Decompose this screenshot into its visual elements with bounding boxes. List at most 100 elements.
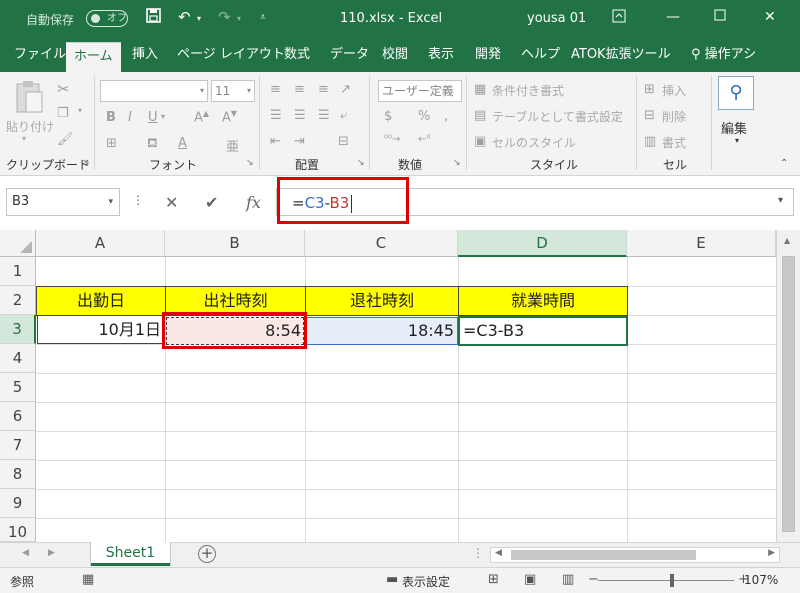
display-settings-icon[interactable]: ▬: [386, 572, 398, 587]
column-header-e[interactable]: E: [627, 230, 776, 257]
row-header-10[interactable]: 10: [0, 518, 36, 542]
plus-circle-icon[interactable]: +: [198, 545, 216, 563]
format-painter-icon[interactable]: 🖌: [57, 132, 74, 147]
tab-formulas[interactable]: 数式: [276, 38, 318, 72]
row-header-4[interactable]: 4: [0, 344, 36, 373]
tab-atok[interactable]: ATOK拡張ツール: [563, 38, 679, 72]
tab-data[interactable]: データ: [322, 38, 377, 72]
number-format-box[interactable]: ユーザー定義: [378, 80, 462, 102]
column-header-a[interactable]: A: [36, 230, 165, 257]
tab-insert[interactable]: 挿入: [124, 38, 166, 72]
border-icon[interactable]: ⊞: [106, 136, 117, 151]
phonetic-icon[interactable]: 亜: [226, 136, 239, 155]
enter-icon[interactable]: ✔: [205, 193, 218, 212]
cell-a3[interactable]: 10月1日: [37, 316, 164, 344]
editing-label[interactable]: 編集: [721, 118, 747, 137]
decrease-decimal-icon[interactable]: ←⁰: [418, 134, 430, 145]
row-header-9[interactable]: 9: [0, 489, 36, 518]
save-icon[interactable]: [146, 8, 161, 27]
cell-c2[interactable]: 退社時刻: [305, 286, 459, 316]
tab-review[interactable]: 校閲: [374, 38, 416, 72]
collapse-ribbon-icon[interactable]: ⌃: [780, 158, 788, 169]
tab-help[interactable]: ヘルプ: [513, 38, 568, 72]
column-header-d[interactable]: D: [458, 230, 627, 257]
minimize-icon[interactable]: —: [666, 9, 680, 25]
copy-icon[interactable]: ❐: [57, 106, 69, 121]
font-color-icon[interactable]: A: [178, 136, 187, 151]
comma-style-icon[interactable]: ,: [444, 109, 448, 124]
number-launcher-icon[interactable]: ↘: [453, 158, 461, 168]
select-all-button[interactable]: [0, 230, 36, 257]
cut-icon[interactable]: ✂: [57, 80, 70, 98]
user-name[interactable]: yousa 01: [527, 11, 586, 26]
row-header-3[interactable]: 3: [0, 315, 36, 344]
search-icon[interactable]: ⚲: [718, 76, 754, 110]
column-header-c[interactable]: C: [305, 230, 458, 257]
undo-icon[interactable]: ↶: [178, 8, 191, 26]
font-name-box[interactable]: ▾: [100, 80, 208, 102]
wrap-text-icon[interactable]: ⤶: [340, 108, 347, 123]
ribbon-display-icon[interactable]: [612, 9, 626, 27]
page-break-view-icon[interactable]: ▥: [562, 572, 574, 587]
fill-color-icon[interactable]: ⛾: [147, 136, 158, 153]
tab-file[interactable]: ファイル: [6, 38, 74, 72]
zoom-percent[interactable]: 107%: [744, 573, 778, 587]
horizontal-scrollbar[interactable]: ◀ ▶: [490, 547, 780, 563]
sheet-tab-sheet1[interactable]: Sheet1: [91, 542, 170, 566]
zoom-slider[interactable]: [598, 580, 734, 581]
italic-icon[interactable]: I: [128, 110, 132, 125]
normal-view-icon[interactable]: ⊞: [488, 572, 499, 587]
column-header-b[interactable]: B: [165, 230, 305, 257]
close-icon[interactable]: ✕: [764, 9, 776, 25]
autosave-toggle[interactable]: オフ: [86, 10, 128, 27]
decrease-font-icon[interactable]: A▼: [222, 109, 237, 125]
expand-formula-bar-icon[interactable]: ▾: [778, 195, 783, 206]
zoom-slider-handle[interactable]: [670, 574, 674, 587]
currency-icon[interactable]: $: [384, 109, 392, 124]
tab-developer[interactable]: 開発: [467, 38, 509, 72]
maximize-icon[interactable]: [714, 9, 726, 25]
copy-dropdown-icon[interactable]: ▾: [78, 106, 82, 115]
horizontal-scroll-thumb[interactable]: [511, 550, 696, 560]
alignment-launcher-icon[interactable]: ↘: [357, 158, 365, 168]
customize-qat-icon[interactable]: ⩡: [260, 12, 266, 23]
cell-a2[interactable]: 出勤日: [36, 286, 166, 316]
editing-dropdown-icon[interactable]: ▾: [735, 136, 739, 145]
font-launcher-icon[interactable]: ↘: [246, 158, 254, 168]
font-size-box[interactable]: 11 ▾: [211, 80, 255, 102]
row-header-1[interactable]: 1: [0, 257, 36, 286]
tab-page-layout[interactable]: ページ レイアウト: [169, 38, 293, 72]
redo-icon[interactable]: ↷: [218, 8, 231, 26]
align-middle-icon[interactable]: ≡: [294, 82, 305, 97]
align-bottom-icon[interactable]: ≡: [318, 82, 329, 97]
sheet-next-icon[interactable]: ▶: [48, 548, 55, 558]
cell-d2[interactable]: 就業時間: [458, 286, 628, 316]
clipboard-launcher-icon[interactable]: ↘: [82, 158, 90, 168]
orientation-icon[interactable]: ↗: [340, 82, 351, 97]
vertical-scrollbar[interactable]: ▲: [776, 230, 800, 542]
increase-font-icon[interactable]: A▲: [194, 109, 209, 125]
scroll-right-icon[interactable]: ▶: [768, 548, 775, 558]
macro-record-icon[interactable]: ▦: [82, 572, 94, 587]
scroll-up-icon[interactable]: ▲: [784, 236, 790, 245]
align-right-icon[interactable]: ☰: [318, 108, 330, 123]
underline-icon[interactable]: U: [148, 110, 158, 125]
scroll-left-icon[interactable]: ◀: [495, 548, 502, 558]
underline-dropdown-icon[interactable]: ▾: [161, 112, 165, 121]
percent-icon[interactable]: %: [418, 109, 430, 124]
redo-dropdown-icon[interactable]: ▾: [237, 14, 241, 23]
page-layout-view-icon[interactable]: ▣: [524, 572, 536, 587]
row-header-7[interactable]: 7: [0, 431, 36, 460]
tab-split-icon[interactable]: ⋮: [472, 546, 484, 560]
align-top-icon[interactable]: ≡: [270, 82, 281, 97]
undo-dropdown-icon[interactable]: ▾: [197, 14, 201, 23]
name-box[interactable]: B3 ▾: [6, 188, 120, 216]
vertical-scroll-thumb[interactable]: [782, 256, 795, 532]
tab-tell-me[interactable]: ⚲ 操作アシ: [683, 38, 764, 72]
row-header-8[interactable]: 8: [0, 460, 36, 489]
align-left-icon[interactable]: ☰: [270, 108, 282, 123]
merge-center-icon[interactable]: ⊟: [338, 134, 349, 149]
insert-function-icon[interactable]: fx: [246, 193, 261, 212]
sheet-prev-icon[interactable]: ◀: [22, 548, 29, 558]
tab-home[interactable]: ホーム: [66, 42, 121, 72]
